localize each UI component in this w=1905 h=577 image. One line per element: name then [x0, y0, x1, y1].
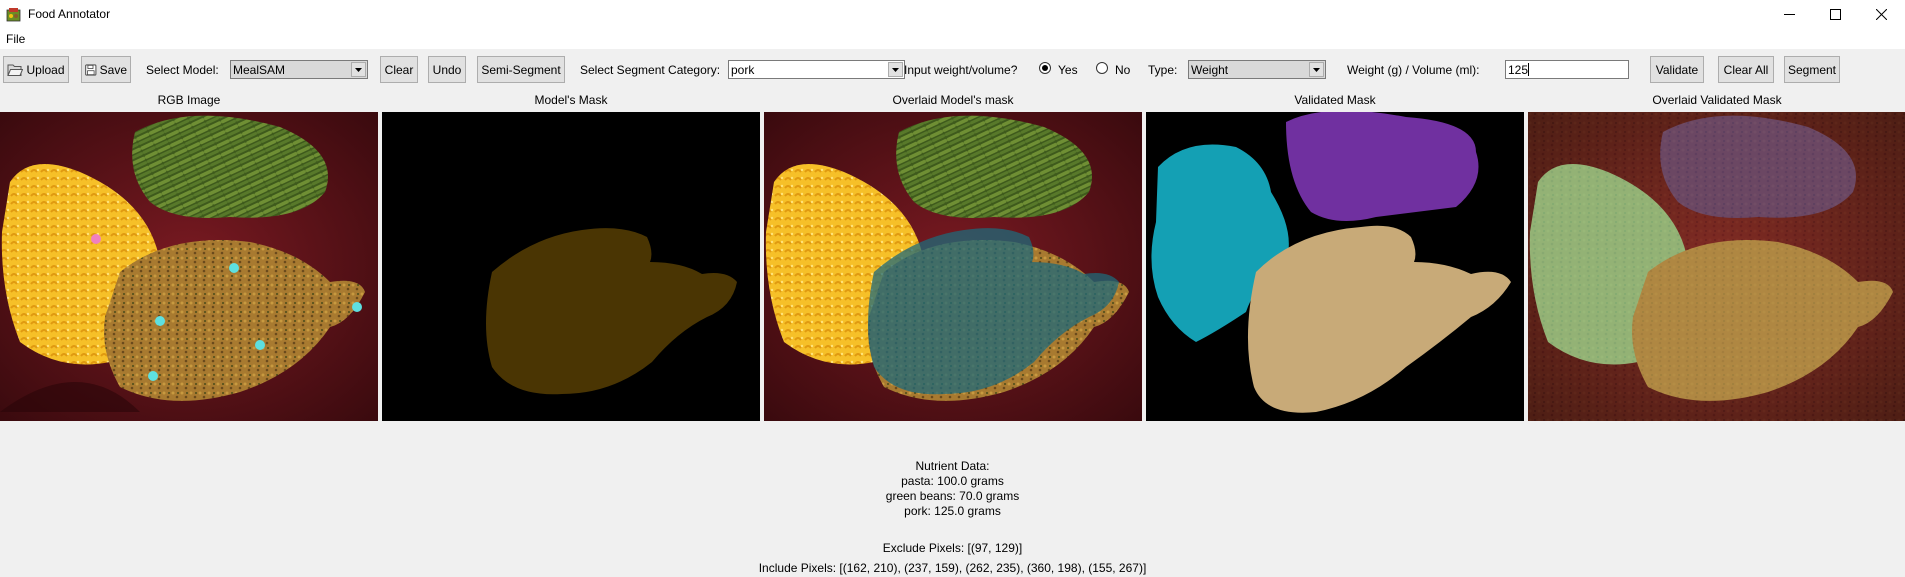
segment-category-label: Select Segment Category:: [580, 63, 721, 77]
radio-selected-dot: [1042, 65, 1048, 71]
validated-mask-label: Validated Mask: [1294, 93, 1376, 107]
semi-segment-label: Semi-Segment: [481, 62, 561, 77]
model-mask-label: Model's Mask: [534, 93, 608, 107]
nutrient-line-green-beans: green beans: 70.0 grams: [885, 489, 1020, 503]
chevron-down-icon[interactable]: [351, 62, 366, 77]
type-select[interactable]: Weight: [1188, 60, 1326, 79]
segment-button[interactable]: Segment: [1784, 56, 1840, 83]
rgb-image-panel[interactable]: [0, 112, 378, 421]
menu-bar: File: [0, 29, 1905, 49]
exclude-pixels-text: Exclude Pixels: [(97, 129)]: [882, 541, 1023, 555]
radio-yes-label[interactable]: Yes: [1058, 63, 1078, 77]
undo-label: Undo: [432, 62, 462, 77]
clear-all-label: Clear All: [1723, 62, 1769, 77]
model-select-value: MealSAM: [233, 63, 286, 77]
category-select-value: pork: [731, 63, 755, 77]
include-point-marker[interactable]: [148, 371, 158, 381]
save-button[interactable]: Save: [81, 56, 131, 83]
include-point-marker[interactable]: [255, 340, 265, 350]
radio-no-label[interactable]: No: [1115, 63, 1130, 77]
nutrient-line-pork: pork: 125.0 grams: [904, 504, 1001, 518]
chevron-down-icon[interactable]: [888, 62, 903, 77]
validate-label: Validate: [1655, 62, 1699, 77]
input-weight-label: Input weight/volume?: [904, 63, 1018, 77]
nutrient-heading: Nutrient Data:: [915, 459, 990, 473]
close-button[interactable]: [1858, 0, 1904, 29]
upload-label: Upload: [26, 62, 65, 77]
type-select-value: Weight: [1191, 63, 1229, 77]
overlaid-validated-mask-image: [1528, 112, 1905, 421]
radio-yes[interactable]: [1039, 62, 1051, 74]
clear-label: Clear: [384, 62, 414, 77]
clear-all-button[interactable]: Clear All: [1718, 56, 1774, 83]
model-mask-panel[interactable]: [382, 112, 760, 421]
toolbar: Upload Save Select Model: MealSAM Clear …: [0, 50, 1905, 90]
category-select[interactable]: pork: [728, 60, 905, 79]
include-pixels-text: Include Pixels: [(162, 210), (237, 159),…: [758, 561, 1147, 575]
weight-input[interactable]: 125: [1505, 60, 1629, 79]
validate-button[interactable]: Validate: [1650, 56, 1704, 83]
overlaid-model-mask-label: Overlaid Model's mask: [892, 93, 1014, 107]
include-point-marker[interactable]: [352, 302, 362, 312]
upload-button[interactable]: Upload: [3, 56, 69, 83]
validated-mask-image: [1146, 112, 1524, 421]
segment-label: Segment: [1787, 62, 1837, 77]
menu-file[interactable]: File: [6, 32, 25, 46]
maximize-button[interactable]: [1812, 0, 1858, 29]
exclude-point-marker[interactable]: [91, 234, 101, 244]
floppy-disk-icon: [85, 63, 97, 76]
text-caret: [1528, 63, 1530, 76]
type-label: Type:: [1148, 63, 1178, 77]
overlaid-model-mask-image: [764, 112, 1142, 421]
model-mask-image: [382, 112, 760, 421]
close-icon: [1875, 9, 1887, 20]
radio-no[interactable]: [1096, 62, 1108, 74]
model-select[interactable]: MealSAM: [230, 60, 368, 79]
overlaid-model-mask-panel[interactable]: [764, 112, 1142, 421]
prompt-points-layer: [91, 234, 362, 381]
window-title: Food Annotator: [28, 7, 111, 21]
nutrient-data: Nutrient Data: pasta: 100.0 grams green …: [0, 459, 1905, 519]
clear-button[interactable]: Clear: [380, 56, 418, 83]
maximize-icon: [1829, 9, 1841, 20]
validated-mask-panel[interactable]: [1146, 112, 1524, 421]
nutrient-line-pasta: pasta: 100.0 grams: [901, 474, 1004, 488]
weight-volume-label: Weight (g) / Volume (ml):: [1347, 63, 1480, 77]
food-annotator-icon: [6, 8, 21, 22]
weight-input-value: 125: [1508, 63, 1529, 77]
minimize-button[interactable]: [1766, 0, 1812, 29]
select-model-label: Select Model:: [146, 63, 219, 77]
chevron-down-icon[interactable]: [1309, 62, 1324, 77]
minimize-icon: [1783, 14, 1795, 15]
rgb-image-label: RGB Image: [157, 93, 221, 107]
overlaid-validated-mask-panel[interactable]: [1528, 112, 1905, 421]
undo-button[interactable]: Undo: [428, 56, 466, 83]
title-bar: Food Annotator: [0, 0, 1905, 29]
semi-segment-button[interactable]: Semi-Segment: [477, 56, 565, 83]
folder-open-icon: [7, 64, 24, 76]
save-label: Save: [99, 62, 127, 77]
include-point-marker[interactable]: [155, 316, 165, 326]
overlaid-validated-mask-label: Overlaid Validated Mask: [1652, 93, 1782, 107]
include-point-marker[interactable]: [229, 263, 239, 273]
